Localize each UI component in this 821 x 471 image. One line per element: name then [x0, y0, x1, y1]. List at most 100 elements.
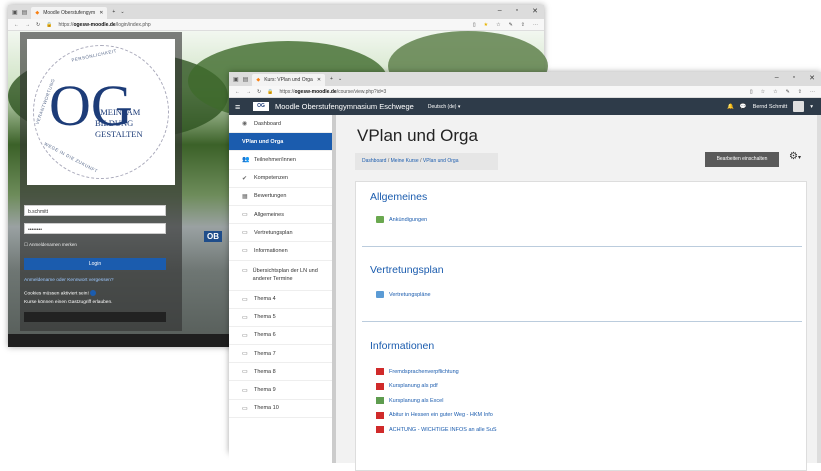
favorites-icon[interactable]: ☆	[773, 89, 777, 95]
reading-view-icon[interactable]: ▯	[473, 22, 476, 28]
scrollbar[interactable]	[817, 115, 821, 463]
tab-login[interactable]: ◆ Moodle Oberstufengym ✕	[31, 7, 108, 19]
messages-icon[interactable]: 💬	[740, 104, 747, 110]
refresh-icon[interactable]: ↻	[36, 22, 40, 28]
new-tab-icon[interactable]: +	[325, 76, 338, 82]
activity-vertretungsplaene[interactable]: Vertretungspläne	[376, 291, 431, 298]
help-icon[interactable]	[90, 290, 97, 296]
favorite-star-icon[interactable]: ☆	[761, 89, 765, 95]
more-icon[interactable]: ⋯	[810, 89, 815, 95]
login-button[interactable]: Login	[24, 258, 166, 270]
drawer-item-12[interactable]: ▭ Thema 7	[229, 345, 332, 364]
activity-ankuendigungen[interactable]: Ankündigungen	[376, 216, 427, 223]
password-field[interactable]: ••••••••	[24, 223, 166, 234]
resource-link[interactable]: Kursplanung als Excel	[376, 397, 443, 404]
favorites-icon[interactable]: ☆	[496, 22, 500, 28]
tab-course[interactable]: ◆ Kurs: VPlan und Orga ✕	[252, 74, 326, 86]
user-menu-caret-icon[interactable]: ▾	[810, 104, 813, 110]
resource-label: Abitur in Hessen ein guter Weg - HKM Inf…	[389, 412, 493, 418]
drawer-item-label: Bewertungen	[254, 193, 287, 200]
remember-checkbox[interactable]: ☐ Anmeldenamen merken	[24, 242, 77, 248]
user-name[interactable]: Bernd Schmitt	[753, 104, 788, 110]
forward-icon[interactable]: →	[246, 89, 251, 95]
minimize-icon[interactable]: –	[498, 7, 502, 15]
url-field[interactable]: https://ogesw-moodle.de/login/index.php	[58, 22, 466, 28]
url-field[interactable]: https://ogesw-moodle.de/course/view.php?…	[279, 89, 743, 95]
guest-login-button[interactable]	[24, 312, 166, 322]
close-window-icon[interactable]: ✕	[809, 74, 815, 82]
resource-link[interactable]: Abitur in Hessen ein guter Weg - HKM Inf…	[376, 411, 493, 419]
maximize-icon[interactable]: ▫	[793, 74, 795, 82]
resource-link[interactable]: Kursplanung als pdf	[376, 382, 438, 390]
drawer-item-label: Kompetenzen	[254, 175, 288, 182]
chevron-down-icon[interactable]: ⌄	[338, 76, 342, 82]
drawer-item-6[interactable]: ▭ Vertretungsplan	[229, 224, 332, 243]
resource-link[interactable]: Fremdsprachenverpflichtung	[376, 368, 459, 375]
avatar[interactable]	[793, 101, 805, 112]
drawer-item-0[interactable]: ◉ Dashboard	[229, 115, 332, 134]
tab-title: Moodle Oberstufengym	[43, 10, 96, 16]
site-name[interactable]: Moodle Oberstufengymnasium Eschwege	[275, 102, 414, 111]
drawer-item-13[interactable]: ▭ Thema 8	[229, 363, 332, 382]
drawer-item-1[interactable]: VPlan und Orga	[229, 133, 332, 152]
tab-actions-icon[interactable]: ▣	[233, 76, 239, 83]
close-tab-icon[interactable]: ✕	[317, 77, 321, 83]
drawer-item-5[interactable]: ▭ Allgemeines	[229, 206, 332, 225]
drawer-item-14[interactable]: ▭ Thema 9	[229, 381, 332, 400]
new-tab-icon[interactable]: +	[107, 9, 120, 15]
drawer-item-15[interactable]: ▭ Thema 10	[229, 400, 332, 418]
minimize-icon[interactable]: –	[775, 74, 779, 82]
drawer-item-2[interactable]: 👥 Teilnehmer/innen	[229, 151, 332, 170]
more-icon[interactable]: ⋯	[533, 22, 538, 28]
breadcrumb-course[interactable]: VPlan und Orga	[423, 158, 459, 164]
back-icon[interactable]: ←	[235, 89, 240, 95]
edit-mode-button[interactable]: Bearbeiten einschalten	[705, 152, 779, 167]
forgot-password-link[interactable]: Anmeldename oder Kennwort vergessen?	[24, 278, 114, 283]
menu-icon[interactable]: ≡	[235, 102, 247, 112]
username-field[interactable]: b.schmitt	[24, 205, 166, 216]
breadcrumb-dashboard[interactable]: Dashboard	[362, 158, 386, 164]
drawer-item-9[interactable]: ▭ Thema 4	[229, 291, 332, 309]
users-icon: 👥	[242, 157, 250, 164]
close-window-icon[interactable]: ✕	[532, 7, 538, 15]
course-browser-window: ▣ ▤ ◆ Kurs: VPlan und Orga ✕ + ⌄ – ▫ ✕ ← → …	[229, 72, 821, 471]
back-icon[interactable]: ←	[14, 22, 19, 28]
nav-drawer: ◉ Dashboard VPlan und Orga 👥 Teilnehmer/inne…	[229, 115, 336, 463]
folder-icon: ▭	[242, 369, 248, 376]
notification-bell-icon[interactable]: 🔔	[727, 104, 734, 110]
drawer-item-11[interactable]: ▭ Thema 6	[229, 327, 332, 346]
drawer-item-3[interactable]: ✔ Kompetenzen	[229, 170, 332, 188]
tab-list-icon[interactable]: ▤	[22, 9, 28, 16]
drawer-item-label: Thema 10	[254, 405, 279, 412]
drawer-item-10[interactable]: ▭ Thema 5	[229, 309, 332, 327]
pen-icon[interactable]: ✎	[786, 89, 790, 95]
close-tab-icon[interactable]: ✕	[99, 10, 103, 16]
drawer-item-4[interactable]: ▦ Bewertungen	[229, 188, 332, 206]
gear-icon[interactable]: ⚙▾	[789, 151, 801, 162]
drawer-item-8[interactable]: ▭ Übersichtsplan der LN und anderer Termi…	[229, 261, 332, 291]
share-icon[interactable]: ⇪	[798, 89, 802, 95]
tab-list-icon[interactable]: ▤	[243, 76, 249, 83]
pen-icon[interactable]: ✎	[509, 22, 513, 28]
drawer-item-label: Thema 5	[254, 314, 276, 321]
resource-link[interactable]: ACHTUNG - WICHTIGE INFOS an alle SuS	[376, 426, 497, 433]
language-menu[interactable]: Deutsch (de) ▾	[428, 104, 461, 110]
address-bar: ← → ↻ 🔒 https://ogesw-moodle.de/course/v…	[229, 86, 821, 98]
refresh-icon[interactable]: ↻	[257, 89, 261, 95]
forward-icon[interactable]: →	[25, 22, 30, 28]
section-heading-allgemeines: Allgemeines	[370, 191, 428, 203]
drawer-item-label: VPlan und Orga	[242, 138, 284, 145]
maximize-icon[interactable]: ▫	[516, 7, 518, 15]
chevron-down-icon[interactable]: ⌄	[120, 9, 124, 15]
site-logo[interactable]: OG	[253, 102, 269, 111]
tab-bar: ▣ ▤ ◆ Kurs: VPlan und Orga ✕ + ⌄ – ▫ ✕	[229, 72, 821, 86]
drawer-item-label: Dashboard	[254, 120, 281, 127]
reading-view-icon[interactable]: ▯	[750, 89, 753, 95]
drawer-item-label: Übersichtsplan der LN und anderer Termin…	[252, 267, 318, 282]
favorite-star-icon[interactable]: ★	[484, 22, 488, 28]
breadcrumb-my-courses[interactable]: Meine Kurse	[391, 158, 419, 164]
section-heading-informationen: Informationen	[370, 340, 435, 352]
share-icon[interactable]: ⇪	[521, 22, 525, 28]
drawer-item-7[interactable]: ▭ Informationen	[229, 242, 332, 261]
tab-actions-icon[interactable]: ▣	[12, 9, 18, 16]
